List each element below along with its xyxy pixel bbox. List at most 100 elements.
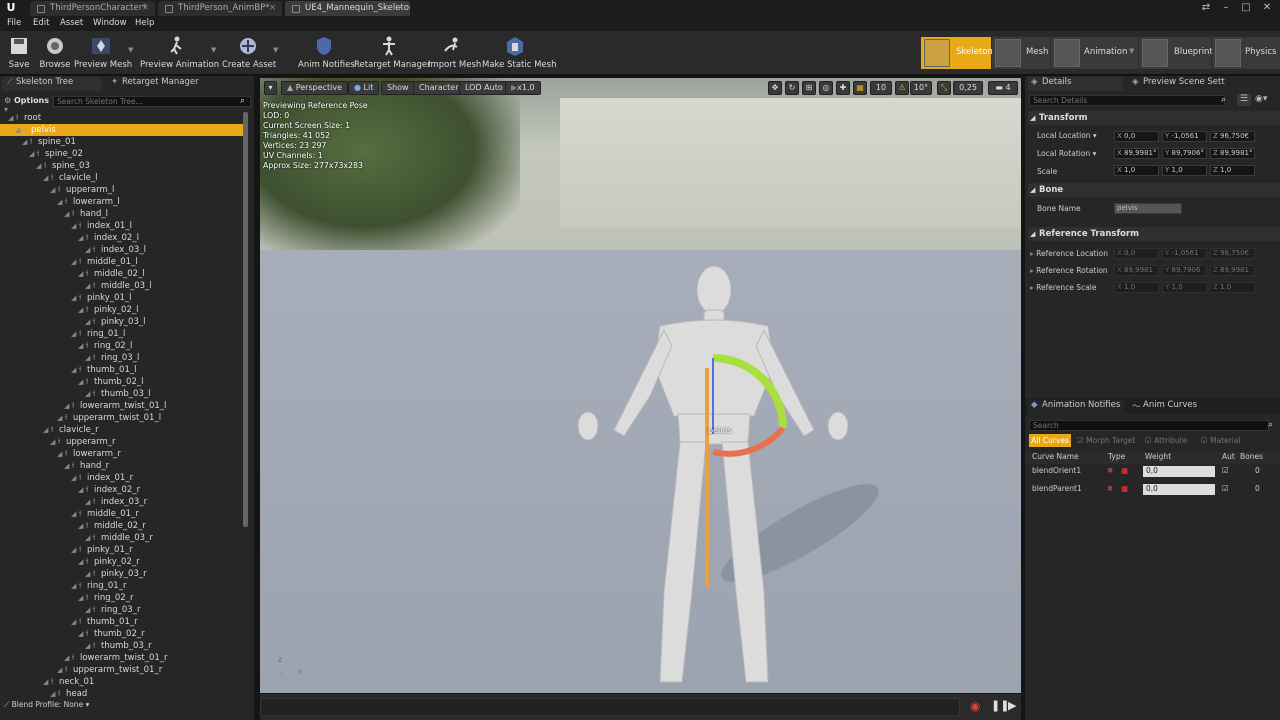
expand-icon[interactable]: ◢ — [57, 448, 65, 460]
bones-column[interactable]: Bones — [1240, 452, 1263, 461]
bone-row-pinky_03_l[interactable]: ◢ ⟊ pinky_03_l — [0, 316, 244, 328]
translate-icon[interactable]: ✥ — [768, 81, 782, 95]
expand-icon[interactable]: ◢ — [85, 388, 93, 400]
create-asset-button[interactable]: Create Asset — [222, 33, 276, 73]
expand-icon[interactable]: ◢ — [85, 604, 93, 616]
local-rotation-x-field[interactable]: X 89,9981° — [1114, 148, 1159, 159]
skeleton-tree-search-input[interactable] — [53, 96, 251, 107]
viewport[interactable]: pelvis z x ↓ — [260, 78, 1021, 693]
expand-icon[interactable]: ◢ — [64, 208, 72, 220]
reference-scale-label[interactable]: ▸ Reference Scale — [1030, 283, 1097, 292]
expand-icon[interactable]: ◢ — [29, 148, 37, 160]
minimize-icon[interactable]: – — [1219, 2, 1233, 14]
rotation-snap-icon[interactable]: ⚠ — [895, 81, 909, 95]
mode-animation[interactable]: Animation ▼ — [1051, 37, 1138, 69]
step-forward-icon[interactable]: ▶ — [1008, 699, 1016, 712]
mode-mesh[interactable]: Mesh — [992, 37, 1050, 69]
expand-icon[interactable]: ◢ — [85, 316, 93, 328]
expand-icon[interactable]: ◢ — [57, 664, 65, 676]
bone-row-upperarm_r[interactable]: ◢ ⟊ upperarm_r — [0, 436, 244, 448]
bone-row-middle_03_r[interactable]: ◢ ⟊ middle_03_r — [0, 532, 244, 544]
scale-icon[interactable]: ⊞ — [802, 81, 816, 95]
expand-icon[interactable]: ◢ — [78, 592, 86, 604]
morph-target-filter[interactable]: ☑ Morph Target — [1077, 436, 1135, 445]
tab-preview-scene-settings[interactable]: ◈ Preview Scene Sett — [1129, 77, 1239, 91]
expand-icon[interactable]: ◢ — [71, 508, 79, 520]
expand-icon[interactable]: ◢ — [64, 400, 72, 412]
curve-weight-input[interactable]: 0,0 — [1143, 466, 1215, 477]
menu-asset[interactable]: Asset — [60, 18, 83, 28]
expand-icon[interactable]: ◢ — [71, 328, 79, 340]
bone-row-pelvis[interactable]: ◢ ⟊ pelvis — [0, 124, 244, 136]
bone-row-ring_03_r[interactable]: ◢ ⟊ ring_03_r — [0, 604, 244, 616]
rotate-icon[interactable]: ↻ — [785, 81, 799, 95]
expand-icon[interactable]: ◢ — [71, 364, 79, 376]
menu-help[interactable]: Help — [135, 18, 154, 28]
expand-icon[interactable]: ◢ — [85, 640, 93, 652]
scale-snap-icon[interactable]: ⤡ — [937, 81, 951, 95]
perspective-button[interactable]: ▲ Perspective — [281, 81, 349, 95]
grid-snap-value[interactable]: 10 — [870, 81, 892, 95]
tab-skeleton-tree[interactable]: ⟋ Skeleton Tree — [2, 77, 102, 91]
close-window-icon[interactable]: ✕ — [1260, 2, 1274, 14]
grid-snap-icon[interactable]: ▦ — [853, 81, 867, 95]
bone-row-head[interactable]: ◢ ⟊ head — [0, 688, 244, 698]
expand-icon[interactable]: ◢ — [85, 244, 93, 256]
expand-icon[interactable]: ◢ — [8, 112, 16, 124]
bone-row-lowerarm_r[interactable]: ◢ ⟊ lowerarm_r — [0, 448, 244, 460]
bone-row-thumb_03_l[interactable]: ◢ ⟊ thumb_03_l — [0, 388, 244, 400]
bone-row-root[interactable]: ◢ ⟊ root — [0, 112, 244, 124]
auto-column[interactable]: Auto — [1222, 452, 1235, 461]
bone-row-spine_01[interactable]: ◢ ⟊ spine_01 — [0, 136, 244, 148]
auto-checkbox[interactable]: ☑ — [1222, 484, 1229, 493]
menu-edit[interactable]: Edit — [33, 18, 49, 28]
blend-profile-dropdown[interactable]: ⟋ Blend Profile: None ▾ — [4, 700, 89, 710]
expand-icon[interactable]: ◢ — [64, 652, 72, 664]
bone-row-thumb_01_l[interactable]: ◢ ⟊ thumb_01_l — [0, 364, 244, 376]
chevron-down-icon[interactable]: ▼ — [1129, 47, 1134, 55]
expand-icon[interactable]: ◢ — [50, 688, 58, 698]
mode-blueprint[interactable]: Blueprint — [1139, 37, 1213, 69]
expand-icon[interactable]: ◢ — [85, 532, 93, 544]
options-dropdown[interactable]: ⚙ Options ▾ — [4, 96, 52, 114]
menu-window[interactable]: Window — [93, 18, 127, 28]
local-location-z-field[interactable]: Z 96,750€ — [1210, 131, 1255, 142]
local-location-y-field[interactable]: Y -1,0561 — [1162, 131, 1207, 142]
expand-icon[interactable]: ◢ — [43, 676, 51, 688]
expand-icon[interactable]: ◢ — [78, 340, 86, 352]
local-location-label[interactable]: Local Location ▾ — [1037, 131, 1097, 140]
bone-row-hand_l[interactable]: ◢ ⟊ hand_l — [0, 208, 244, 220]
bone-row-ring_01_r[interactable]: ◢ ⟊ ring_01_r — [0, 580, 244, 592]
local-rotation-z-field[interactable]: Z 89,9981° — [1210, 148, 1255, 159]
local-location-x-field[interactable]: X 0,0 — [1114, 131, 1159, 142]
character-button[interactable]: Character — [413, 81, 465, 95]
bone-row-index_03_l[interactable]: ◢ ⟊ index_03_l — [0, 244, 244, 256]
bone-row-hand_r[interactable]: ◢ ⟊ hand_r — [0, 460, 244, 472]
record-icon[interactable]: ◉ — [970, 699, 980, 713]
bone-row-neck_01[interactable]: ◢ ⟊ neck_01 — [0, 676, 244, 688]
bone-row-middle_02_l[interactable]: ◢ ⟊ middle_02_l — [0, 268, 244, 280]
lit-button[interactable]: ● Lit — [348, 81, 380, 95]
bone-row-pinky_01_l[interactable]: ◢ ⟊ pinky_01_l — [0, 292, 244, 304]
expand-icon[interactable]: ◢ — [50, 184, 58, 196]
help-icon[interactable]: ⇄ — [1199, 2, 1213, 14]
chevron-down-icon[interactable]: ▼ — [273, 46, 278, 54]
bone-row-upperarm_twist_01_r[interactable]: ◢ ⟊ upperarm_twist_01_r — [0, 664, 244, 676]
bone-row-ring_03_l[interactable]: ◢ ⟊ ring_03_l — [0, 352, 244, 364]
bone-row-middle_01_r[interactable]: ◢ ⟊ middle_01_r — [0, 508, 244, 520]
make-static-mesh-button[interactable]: Make Static Mesh — [482, 33, 556, 73]
details-search-input[interactable] — [1029, 95, 1225, 106]
expand-icon[interactable]: ◢ — [64, 460, 72, 472]
reference-transform-section-header[interactable]: ◢ Reference Transform — [1028, 227, 1280, 241]
expand-icon[interactable]: ◢ — [43, 172, 51, 184]
close-icon[interactable]: × — [397, 3, 404, 13]
reference-location-label[interactable]: ▸ Reference Location — [1030, 249, 1108, 258]
bone-row-ring_02_r[interactable]: ◢ ⟊ ring_02_r — [0, 592, 244, 604]
expand-icon[interactable]: ◢ — [78, 304, 86, 316]
tab-skeleton[interactable]: UE4_Mannequin_Skeleton × — [285, 1, 410, 16]
retarget-manager-button[interactable]: Retarget Manager — [354, 33, 431, 73]
close-icon[interactable]: × — [269, 3, 276, 13]
scale-x-field[interactable]: X 1,0 — [1114, 165, 1159, 176]
tab-thirdperson-character[interactable]: ThirdPersonCharacter* × — [30, 1, 155, 16]
bone-row-spine_03[interactable]: ◢ ⟊ spine_03 — [0, 160, 244, 172]
